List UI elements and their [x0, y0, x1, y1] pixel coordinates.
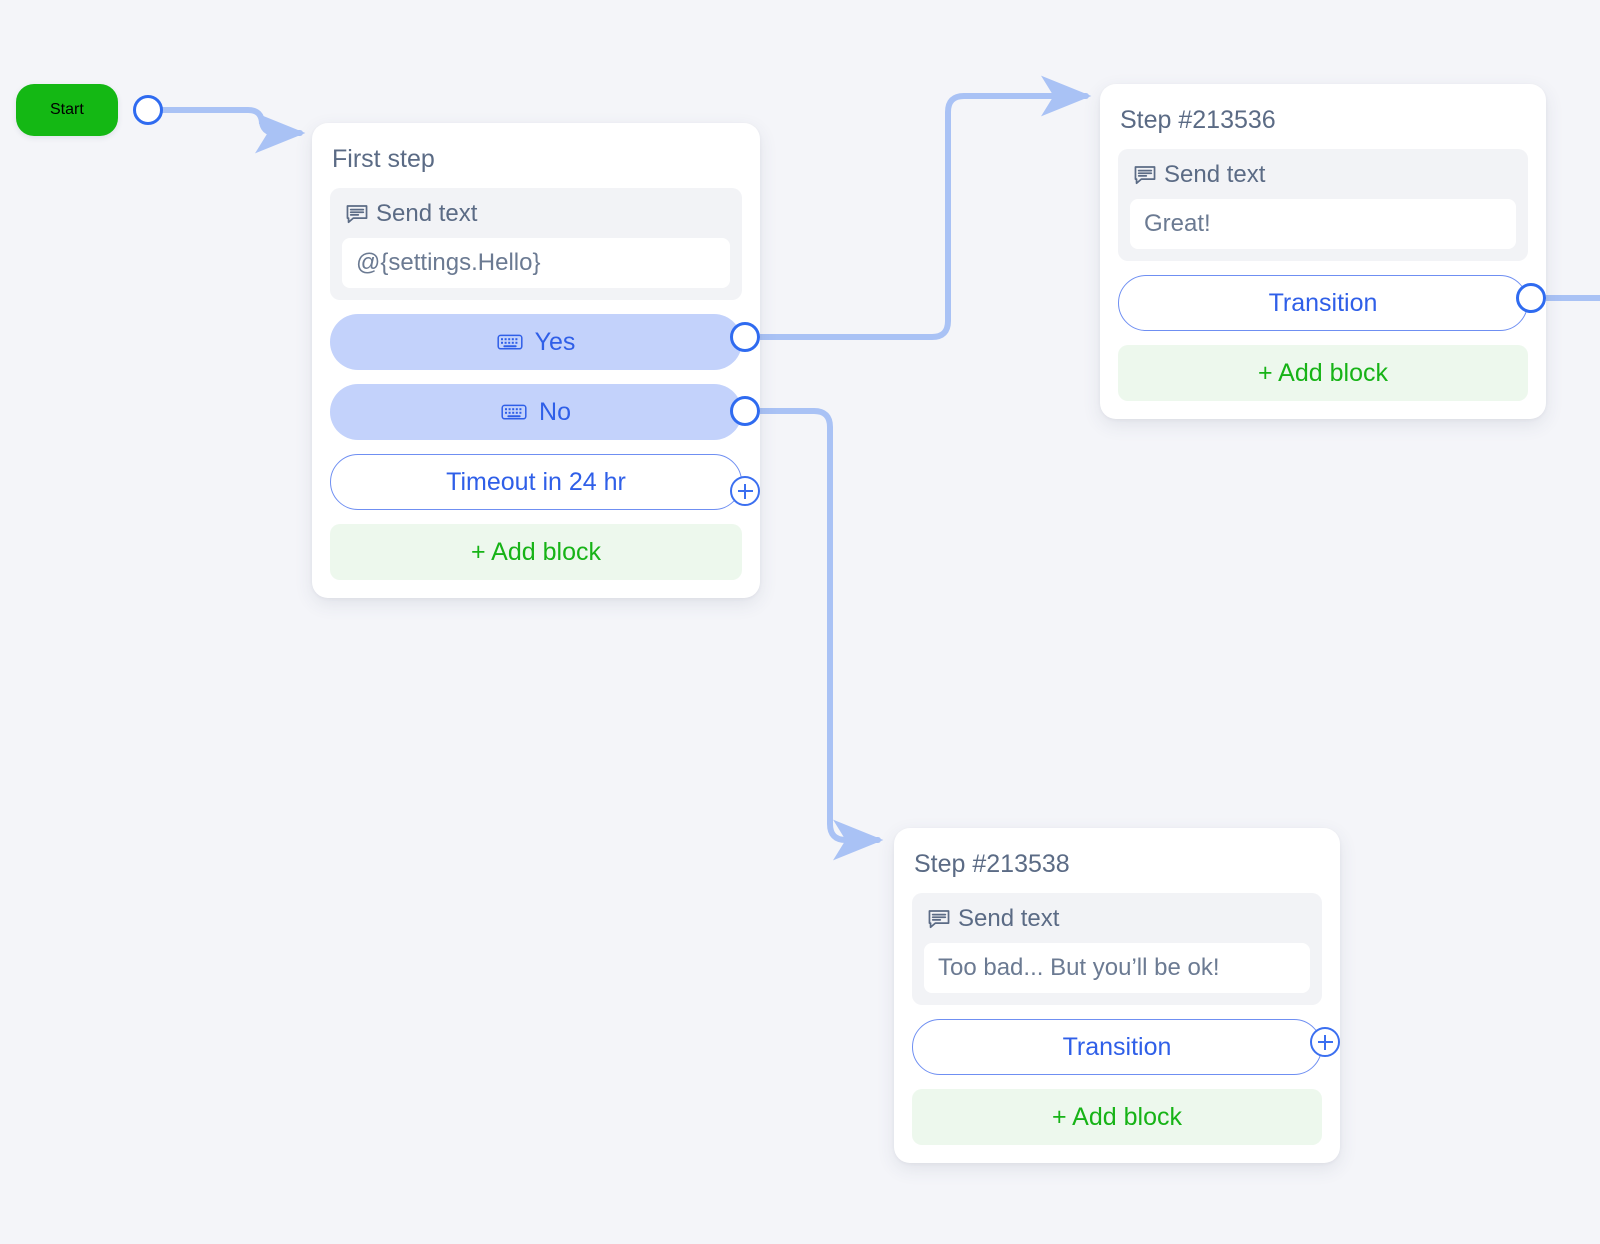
- transition-output-connector-213536[interactable]: [1516, 283, 1546, 313]
- start-node-label: Start: [50, 101, 84, 119]
- add-block-button[interactable]: + Add block: [912, 1089, 1322, 1145]
- flow-canvas[interactable]: Start First step Send text @{settings.He…: [0, 0, 1600, 1244]
- keyboard-icon: [497, 333, 523, 351]
- send-text-value[interactable]: Too bad... But you’ll be ok!: [924, 943, 1310, 993]
- add-block-label: + Add block: [1258, 359, 1388, 388]
- block-send-text[interactable]: Send text @{settings.Hello}: [330, 188, 742, 300]
- send-text-icon: [1132, 162, 1158, 188]
- button-row-no[interactable]: No: [330, 384, 742, 440]
- button-row-label: Timeout in 24 hr: [446, 468, 626, 497]
- no-output-connector[interactable]: [730, 396, 760, 426]
- card-title: Step #213536: [1118, 100, 1528, 149]
- add-block-button[interactable]: + Add block: [330, 524, 742, 580]
- yes-output-connector[interactable]: [730, 322, 760, 352]
- button-row-transition[interactable]: Transition: [912, 1019, 1322, 1075]
- edge-yes-to-step-213536: [760, 96, 1086, 337]
- add-block-button[interactable]: + Add block: [1118, 345, 1528, 401]
- block-header: Send text: [924, 903, 1310, 943]
- card-title: First step: [330, 139, 742, 188]
- start-node[interactable]: Start: [16, 84, 118, 136]
- step-card-213538[interactable]: Step #213538 Send text Too bad... But yo…: [894, 828, 1340, 1163]
- block-send-text[interactable]: Send text Too bad... But you’ll be ok!: [912, 893, 1322, 1005]
- button-row-yes[interactable]: Yes: [330, 314, 742, 370]
- button-row-label: No: [539, 398, 571, 427]
- block-send-text[interactable]: Send text Great!: [1118, 149, 1528, 261]
- transition-add-connector-213538[interactable]: [1310, 1027, 1340, 1057]
- timeout-add-connector[interactable]: [730, 476, 760, 506]
- send-text-icon: [344, 201, 370, 227]
- block-label: Send text: [376, 200, 477, 228]
- button-row-timeout[interactable]: Timeout in 24 hr: [330, 454, 742, 510]
- add-block-label: + Add block: [1052, 1103, 1182, 1132]
- block-header: Send text: [342, 198, 730, 238]
- block-label: Send text: [958, 905, 1059, 933]
- step-card-first-step[interactable]: First step Send text @{settings.Hello}: [312, 123, 760, 598]
- step-card-213536[interactable]: Step #213536 Send text Great! Transition: [1100, 84, 1546, 419]
- send-text-value[interactable]: @{settings.Hello}: [342, 238, 730, 288]
- start-output-connector[interactable]: [133, 95, 163, 125]
- send-text-value[interactable]: Great!: [1130, 199, 1516, 249]
- add-block-label: + Add block: [471, 538, 601, 567]
- button-row-label: Yes: [535, 328, 576, 357]
- card-title: Step #213538: [912, 844, 1322, 893]
- button-row-transition[interactable]: Transition: [1118, 275, 1528, 331]
- block-label: Send text: [1164, 161, 1265, 189]
- edge-start-to-first-step: [163, 110, 300, 133]
- edge-no-to-step-213538: [760, 411, 878, 840]
- button-row-label: Transition: [1063, 1033, 1172, 1062]
- block-header: Send text: [1130, 159, 1516, 199]
- keyboard-icon: [501, 403, 527, 421]
- send-text-icon: [926, 906, 952, 932]
- button-row-label: Transition: [1269, 289, 1378, 318]
